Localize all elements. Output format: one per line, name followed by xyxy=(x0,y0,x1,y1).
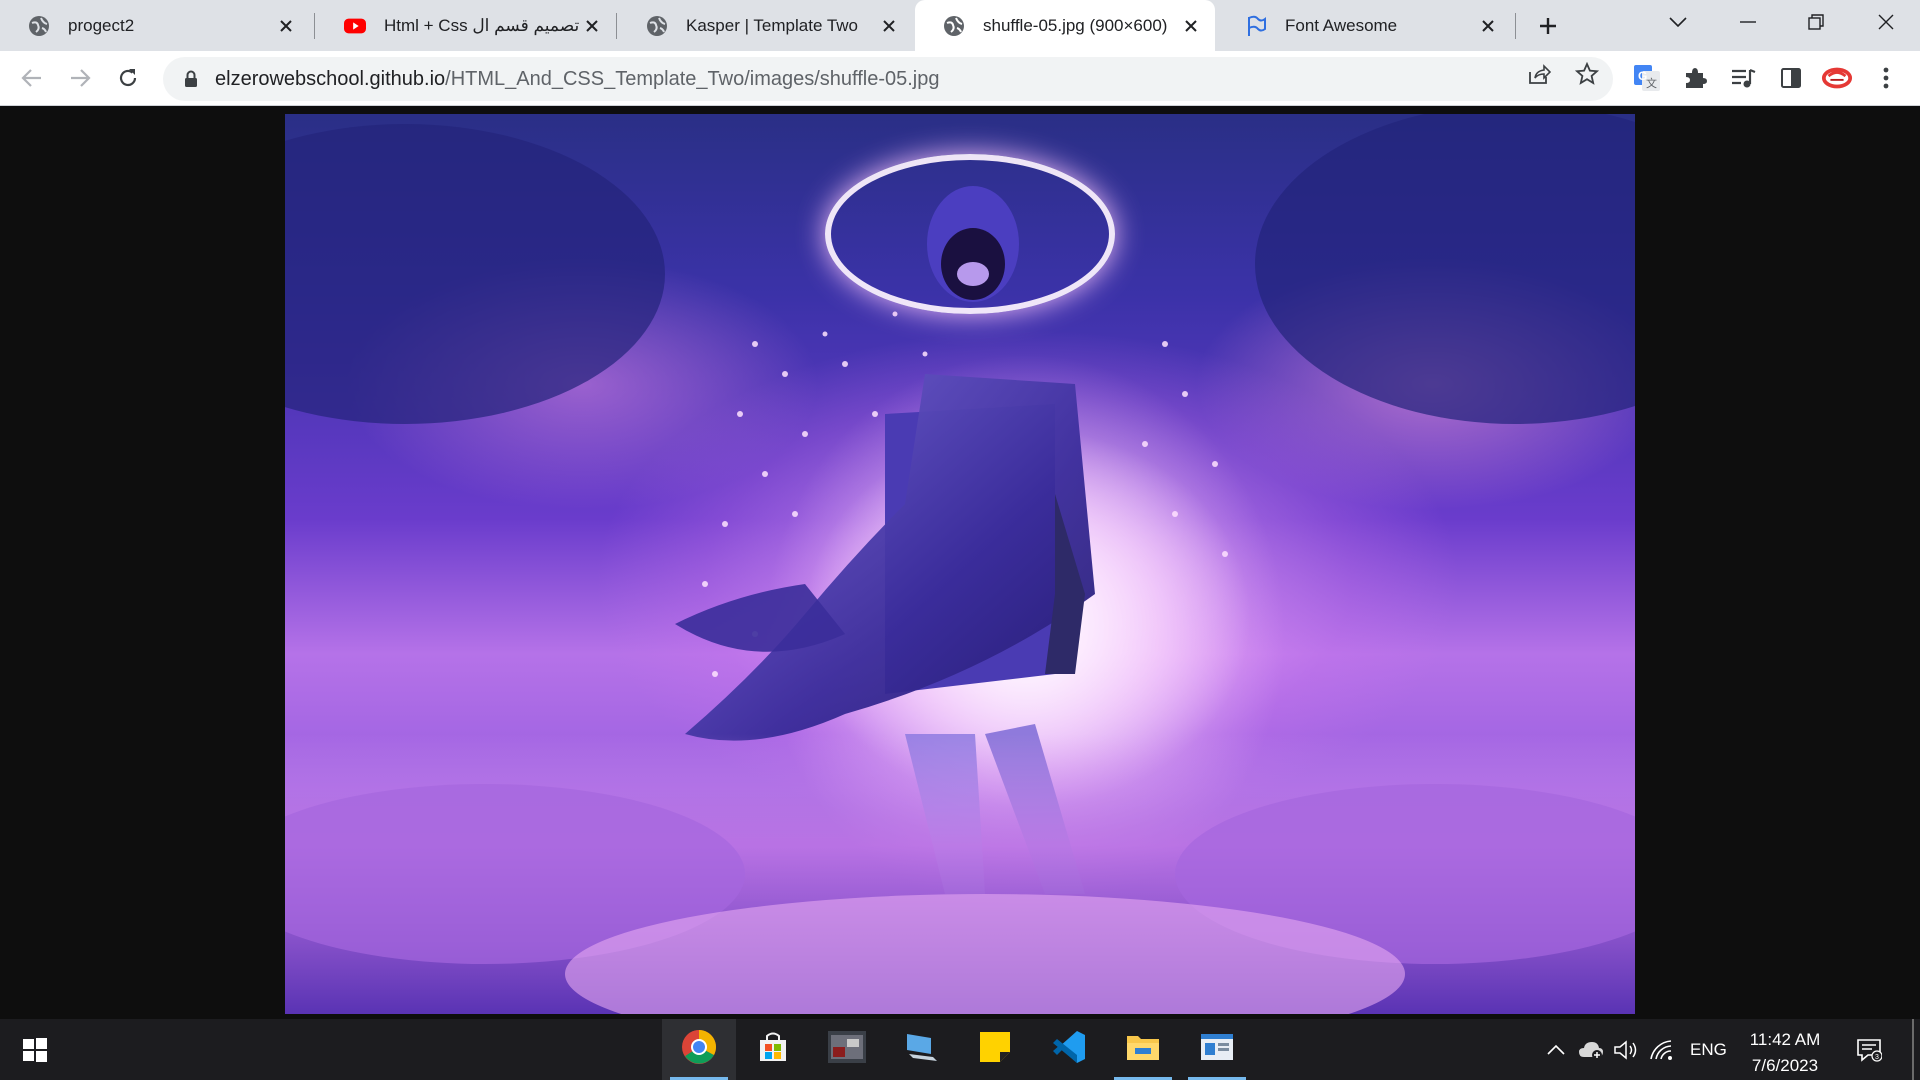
globe-icon xyxy=(943,15,965,37)
close-tab-icon[interactable] xyxy=(879,16,899,36)
taskbar-file-explorer[interactable] xyxy=(1106,1019,1180,1080)
tab-html-css[interactable]: Html + Css تصميم قسم ال xyxy=(316,0,616,51)
taskbar-app-window[interactable] xyxy=(1180,1019,1254,1080)
volume-icon[interactable] xyxy=(1612,1036,1640,1064)
restore-button[interactable] xyxy=(1782,0,1850,44)
close-tab-icon[interactable] xyxy=(1181,16,1201,36)
tab-shuffle-image[interactable]: shuffle-05.jpg (900×600) xyxy=(915,0,1215,51)
url-path: /HTML_And_CSS_Template_Two/images/shuffl… xyxy=(445,67,940,90)
back-button[interactable] xyxy=(16,62,48,94)
svg-text:文: 文 xyxy=(1646,76,1657,90)
tab-title: progect2 xyxy=(68,15,135,35)
taskbar-sticky-notes[interactable] xyxy=(958,1019,1032,1080)
new-tab-button[interactable] xyxy=(1532,10,1564,42)
tab-title: Font Awesome xyxy=(1285,15,1398,35)
chrome-icon xyxy=(681,1029,717,1070)
file-explorer-icon xyxy=(1125,1031,1161,1068)
system-clock[interactable]: 11:42 AM 7/6/2023 xyxy=(1730,1027,1840,1079)
close-tab-icon[interactable] xyxy=(1478,16,1498,36)
clock-time: 11:42 AM xyxy=(1749,1030,1821,1049)
store-icon xyxy=(756,1030,790,1069)
extensions-puzzle-icon[interactable] xyxy=(1679,62,1711,94)
minimize-button[interactable] xyxy=(1714,0,1782,44)
close-tab-icon[interactable] xyxy=(582,16,602,36)
bookmark-star-icon[interactable] xyxy=(1574,61,1600,87)
globe-icon xyxy=(646,15,668,37)
tab-divider xyxy=(616,13,617,39)
tab-search-button[interactable] xyxy=(1644,0,1712,44)
close-window-button[interactable] xyxy=(1852,0,1920,44)
show-desktop-button[interactable] xyxy=(1912,1019,1914,1080)
taskbar-store[interactable] xyxy=(736,1019,810,1080)
vscode-icon xyxy=(1051,1029,1087,1070)
windows-taskbar: ENG 11:42 AM 7/6/2023 3 xyxy=(0,1019,1920,1080)
url-host: elzerowebschool.github.io xyxy=(215,67,446,90)
media-control-icon[interactable] xyxy=(1727,62,1759,94)
taskbar-vscode[interactable] xyxy=(1032,1019,1106,1080)
taskbar-this-pc[interactable] xyxy=(884,1019,958,1080)
chrome-menu-icon[interactable] xyxy=(1870,62,1902,94)
sticky-notes-icon xyxy=(978,1030,1012,1069)
onedrive-cloud-icon[interactable] xyxy=(1577,1036,1605,1064)
browser-toolbar: elzerowebschool.github.io/HTML_And_CSS_T… xyxy=(0,51,1920,106)
globe-icon xyxy=(28,15,50,37)
start-button[interactable] xyxy=(0,1019,70,1080)
youtube-icon xyxy=(344,15,366,37)
forward-button[interactable] xyxy=(64,62,96,94)
taskbar-game[interactable] xyxy=(810,1019,884,1080)
app-window-icon xyxy=(1199,1032,1235,1067)
tab-divider xyxy=(314,13,315,39)
google-translate-icon[interactable]: G文 xyxy=(1631,62,1663,94)
address-bar[interactable]: elzerowebschool.github.io/HTML_And_CSS_T… xyxy=(163,57,1613,101)
tab-font-awesome[interactable]: Font Awesome xyxy=(1217,0,1512,51)
page-viewport xyxy=(0,107,1920,1019)
notification-center-icon[interactable]: 3 xyxy=(1855,1036,1883,1064)
tab-progect2[interactable]: progect2 xyxy=(0,0,310,51)
halo-ring xyxy=(825,154,1115,314)
lock-icon[interactable] xyxy=(181,69,201,89)
url-text[interactable]: elzerowebschool.github.io/HTML_And_CSS_T… xyxy=(215,68,940,91)
tab-title: Html + Css تصميم قسم ال xyxy=(384,15,580,35)
taskbar-chrome[interactable] xyxy=(662,1019,736,1080)
flag-icon xyxy=(1245,15,1267,37)
input-language[interactable]: ENG xyxy=(1690,1040,1727,1060)
profile-avatar[interactable] xyxy=(1821,62,1853,94)
tab-divider xyxy=(1515,13,1516,39)
svg-text:3: 3 xyxy=(1875,1054,1879,1061)
reload-button[interactable] xyxy=(112,62,144,94)
tab-title: Kasper | Template Two xyxy=(686,15,858,35)
clock-date: 7/6/2023 xyxy=(1751,1056,1819,1075)
displayed-image[interactable] xyxy=(285,114,1635,1014)
close-tab-icon[interactable] xyxy=(276,16,296,36)
show-hidden-icons-chevron-icon[interactable] xyxy=(1542,1036,1570,1064)
tab-strip: progect2 Html + Css تصميم قسم ال Kasper … xyxy=(0,0,1920,51)
wifi-icon[interactable] xyxy=(1648,1036,1676,1064)
pc-icon xyxy=(903,1030,939,1069)
share-icon[interactable] xyxy=(1526,61,1552,87)
side-panel-icon[interactable] xyxy=(1775,62,1807,94)
tab-kasper[interactable]: Kasper | Template Two xyxy=(618,0,913,51)
tab-title: shuffle-05.jpg (900×600) xyxy=(983,15,1168,35)
game-icon xyxy=(827,1029,867,1070)
